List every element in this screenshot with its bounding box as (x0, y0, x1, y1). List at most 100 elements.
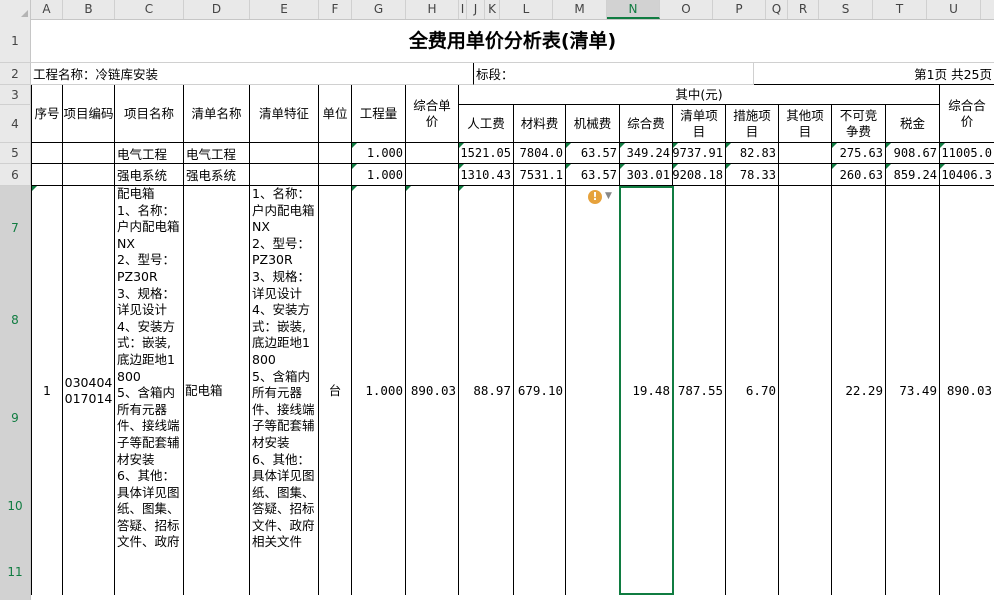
row-6-fixed[interactable]: 260.63 (832, 164, 886, 186)
column-header-q[interactable]: Q (766, 0, 788, 19)
row-5-cell[interactable] (31, 143, 63, 164)
header-of-which[interactable]: 其中(元) (459, 85, 940, 105)
record-fixed[interactable]: 22.29 (832, 186, 886, 595)
header-list-name[interactable]: 清单名称 (184, 85, 250, 143)
row-6-cell[interactable] (779, 164, 832, 186)
row-6-item_name[interactable]: 强电系统 (115, 164, 184, 186)
header-features[interactable]: 清单特征 (250, 85, 319, 143)
row-5-item_name[interactable]: 电气工程 (115, 143, 184, 164)
record-code[interactable]: 030404017014 (63, 186, 115, 595)
column-header-e[interactable]: E (250, 0, 319, 19)
row-5-total[interactable]: 11005.0 (940, 143, 994, 164)
row-header-4[interactable]: 4 (0, 105, 31, 143)
header-item-name[interactable]: 项目名称 (115, 85, 184, 143)
header-unit[interactable]: 单位 (319, 85, 352, 143)
record-unit[interactable]: 台 (319, 186, 352, 595)
column-header-n[interactable]: N (607, 0, 660, 19)
column-header-l[interactable]: L (500, 0, 553, 19)
page-number-cell[interactable]: 第1页 共25页 (754, 63, 994, 85)
row-5-list_item[interactable]: 9737.91 (673, 143, 726, 164)
column-header-r[interactable]: R (788, 0, 819, 19)
record-measure[interactable]: 6.70 (726, 186, 779, 595)
row-5-overhead[interactable]: 349.24 (620, 143, 673, 164)
project-name-cell[interactable]: 工程名称：冷链库安装 (31, 63, 474, 85)
record-features[interactable]: 1、名称：户内配电箱NX 2、型号：PZ30R 3、规格：详见设计 4、安装方式… (250, 186, 319, 595)
row-header-7[interactable]: 7 (0, 186, 31, 271)
column-header-o[interactable]: O (660, 0, 713, 19)
row-5-cell[interactable] (319, 143, 352, 164)
column-header-d[interactable]: D (184, 0, 250, 19)
row-6-cell[interactable] (319, 164, 352, 186)
header-code[interactable]: 项目编码 (63, 85, 115, 143)
row-6-material[interactable]: 7531.1 (514, 164, 566, 186)
column-header-b[interactable]: B (63, 0, 115, 19)
row-6-cell[interactable] (250, 164, 319, 186)
header-other[interactable]: 其他项目 (779, 105, 832, 143)
row-5-quantity[interactable]: 1.000 (352, 143, 406, 164)
row-6-cell[interactable] (63, 164, 115, 186)
row-5-list_name[interactable]: 电气工程 (184, 143, 250, 164)
row-5-labor[interactable]: 1521.05 (459, 143, 514, 164)
record-tax[interactable]: 73.49 (886, 186, 940, 595)
column-header-u[interactable]: U (927, 0, 981, 19)
header-tax[interactable]: 税金 (886, 105, 940, 143)
column-header-p[interactable]: P (713, 0, 766, 19)
record-list-name[interactable]: 配电箱 (184, 186, 250, 595)
header-fixed[interactable]: 不可竞争费 (832, 105, 886, 143)
row-header-10[interactable]: 10 (0, 467, 31, 545)
row-6-measure[interactable]: 78.33 (726, 164, 779, 186)
sheet-title[interactable]: 全费用单价分析表(清单) (31, 19, 994, 63)
row-6-list_name[interactable]: 强电系统 (184, 164, 250, 186)
header-seq[interactable]: 序号 (31, 85, 63, 143)
row-6-machine[interactable]: 63.57 (566, 164, 620, 186)
row-5-measure[interactable]: 82.83 (726, 143, 779, 164)
record-machine[interactable] (566, 186, 620, 595)
column-header-h[interactable]: H (406, 0, 459, 19)
row-6-total[interactable]: 10406.3 (940, 164, 994, 186)
row-5-fixed[interactable]: 275.63 (832, 143, 886, 164)
row-6-overhead[interactable]: 303.01 (620, 164, 673, 186)
column-header-m[interactable]: M (553, 0, 607, 19)
row-header-2[interactable]: 2 (0, 63, 31, 85)
row-6-cell[interactable] (406, 164, 459, 186)
record-total[interactable]: 890.03 (940, 186, 994, 595)
select-all-corner[interactable] (0, 0, 31, 19)
header-measure[interactable]: 措施项目 (726, 105, 779, 143)
record-seq[interactable]: 1 (31, 186, 63, 595)
row-5-cell[interactable] (250, 143, 319, 164)
header-labor[interactable]: 人工费 (459, 105, 514, 143)
record-unit-price[interactable]: 890.03 (406, 186, 459, 595)
row-header-3[interactable]: 3 (0, 85, 31, 105)
row-5-tax[interactable]: 908.67 (886, 143, 940, 164)
header-overhead[interactable]: 综合费 (620, 105, 673, 143)
column-header-i[interactable]: I (459, 0, 467, 19)
row-5-cell[interactable] (63, 143, 115, 164)
row-header-11[interactable]: 11 (0, 545, 31, 600)
column-header-c[interactable]: C (115, 0, 184, 19)
header-total[interactable]: 综合合价 (940, 85, 994, 143)
column-header-s[interactable]: S (819, 0, 873, 19)
row-5-cell[interactable] (779, 143, 832, 164)
column-header-a[interactable]: A (31, 0, 63, 19)
header-list-item[interactable]: 清单项目 (673, 105, 726, 143)
record-overhead[interactable]: 19.48 (620, 186, 673, 595)
row-6-labor[interactable]: 1310.43 (459, 164, 514, 186)
record-labor[interactable]: 88.97 (459, 186, 514, 595)
row-6-tax[interactable]: 859.24 (886, 164, 940, 186)
header-unit-price[interactable]: 综合单价 (406, 85, 459, 143)
row-header-6[interactable]: 6 (0, 164, 31, 186)
record-list-item[interactable]: 787.55 (673, 186, 726, 595)
row-header-5[interactable]: 5 (0, 143, 31, 164)
row-6-list_item[interactable]: 9208.18 (673, 164, 726, 186)
column-header-j[interactable]: J (467, 0, 485, 19)
section-cell[interactable]: 标段： (474, 63, 754, 85)
column-header-t[interactable]: T (873, 0, 927, 19)
column-header-k[interactable]: K (485, 0, 500, 19)
exclamation-warning-icon[interactable]: ! (588, 190, 602, 204)
row-header-1[interactable]: 1 (0, 19, 31, 63)
column-header-g[interactable]: G (352, 0, 406, 19)
row-5-material[interactable]: 7804.0 (514, 143, 566, 164)
header-quantity[interactable]: 工程量 (352, 85, 406, 143)
record-other[interactable] (779, 186, 832, 595)
row-header-9[interactable]: 9 (0, 369, 31, 467)
